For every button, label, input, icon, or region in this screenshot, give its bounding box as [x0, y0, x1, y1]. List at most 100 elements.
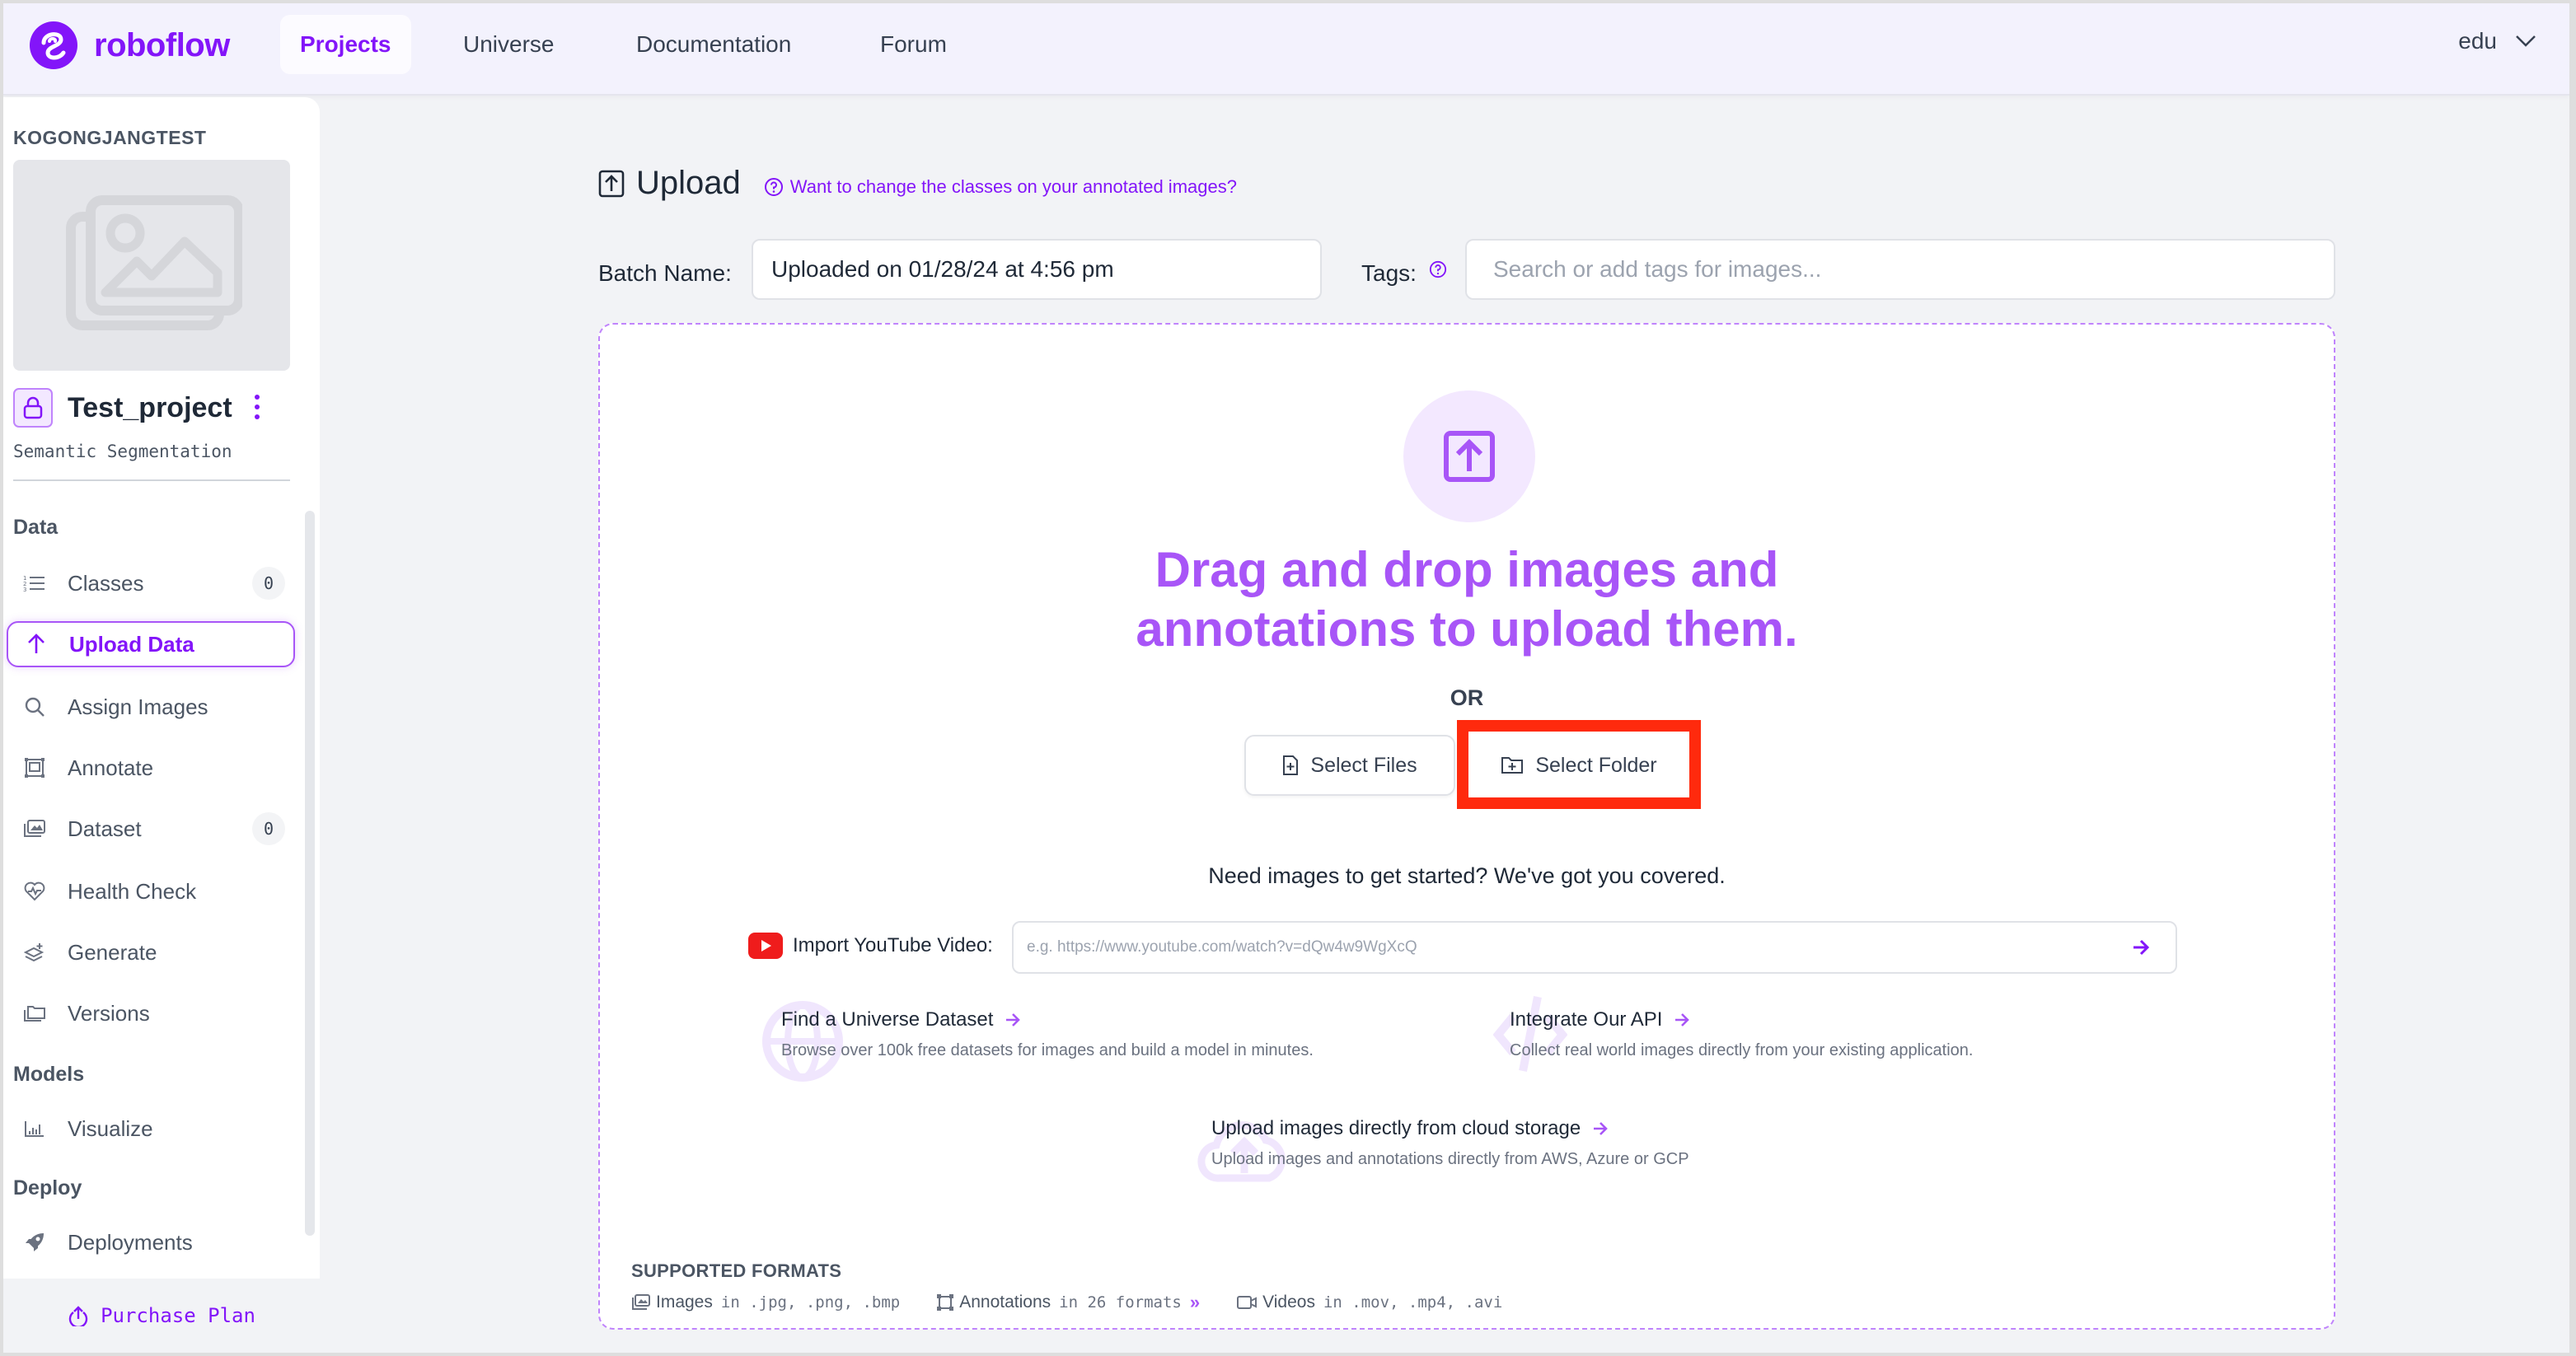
sidebar-item-annotate[interactable]: Annotate — [7, 745, 295, 791]
chevron-down-icon — [2516, 35, 2536, 47]
images-icon — [21, 816, 48, 842]
sidebar-item-label: Visualize — [68, 1115, 153, 1141]
dropzone-heading-line2: annotations to upload them. — [1136, 601, 1798, 657]
sidebar-item-dataset[interactable]: Dataset 0 — [7, 806, 295, 852]
format-images: Images in .jpg, .png, .bmp — [631, 1293, 900, 1312]
youtube-import-row: Import YouTube Video: — [748, 919, 993, 972]
brand-name: roboflow — [94, 26, 230, 63]
sidebar-item-versions[interactable]: Versions — [7, 990, 295, 1036]
arrow-right-icon — [1675, 1013, 1690, 1026]
section-data: Data — [13, 516, 59, 539]
tags-label: Tags: — [1361, 260, 1417, 286]
nav-universe[interactable]: Universe — [443, 15, 574, 74]
format-annotations[interactable]: Annotations in 26 formats » — [936, 1292, 1200, 1313]
select-folder-button[interactable]: Select Folder — [1468, 735, 1689, 796]
sidebar-item-classes[interactable]: 123 Classes 0 — [7, 560, 295, 606]
code-icon — [1493, 996, 1567, 1072]
card-title: Find a Universe Dataset — [781, 1008, 1314, 1031]
arrow-right-icon — [1006, 1013, 1021, 1026]
sidebar-item-upload-data[interactable]: Upload Data — [7, 621, 295, 667]
upload-dropzone[interactable]: Drag and drop images and annotations to … — [598, 323, 2335, 1330]
file-plus-icon — [1283, 755, 1299, 775]
upload-icon — [598, 170, 625, 197]
purchase-plan-label: Purchase Plan — [101, 1304, 255, 1327]
arrow-up-icon — [23, 631, 49, 657]
more-formats-icon[interactable]: » — [1190, 1292, 1200, 1313]
batch-name-input[interactable] — [752, 239, 1322, 300]
help-circle-icon — [764, 177, 783, 196]
roboflow-logo[interactable]: roboflow — [30, 21, 230, 69]
bar-chart-icon — [21, 1115, 48, 1142]
page-title: Upload — [636, 165, 741, 201]
nav-forum[interactable]: Forum — [860, 15, 967, 74]
lock-icon — [23, 396, 43, 419]
tags-input[interactable] — [1465, 239, 2335, 300]
youtube-submit-button[interactable] — [2126, 933, 2156, 962]
arrow-right-icon — [1594, 1122, 1609, 1135]
top-navbar: roboflow Projects Universe Documentation… — [3, 3, 2569, 96]
project-thumbnail[interactable] — [13, 160, 290, 371]
sidebar: KOGONGJANGTEST Test_project Semantic Seg… — [3, 97, 320, 1353]
youtube-icon — [748, 933, 783, 959]
cloud-storage-card[interactable]: Upload images directly from cloud storag… — [1197, 1117, 1689, 1182]
select-files-button[interactable]: Select Files — [1244, 735, 1455, 796]
arrow-right-icon — [2133, 939, 2150, 956]
divider — [13, 479, 290, 481]
help-link-text: Want to change the classes on your annot… — [789, 175, 1237, 197]
sidebar-item-visualize[interactable]: Visualize — [7, 1106, 295, 1152]
image-placeholder-icon — [66, 195, 242, 330]
project-menu-icon[interactable] — [249, 392, 265, 422]
section-deploy: Deploy — [13, 1176, 82, 1199]
sidebar-item-label: Generate — [68, 939, 157, 965]
project-visibility[interactable] — [13, 388, 53, 428]
card-title: Upload images directly from cloud storag… — [1211, 1117, 1689, 1140]
need-images-text: Need images to get started? We've got yo… — [1208, 863, 1726, 888]
integrate-api-card[interactable]: Integrate Our API Collect real world ima… — [1493, 996, 1974, 1072]
images-icon — [632, 1294, 650, 1310]
section-models: Models — [13, 1063, 85, 1086]
project-name: Test_project — [68, 391, 232, 423]
sidebar-item-deployments[interactable]: Deployments — [7, 1219, 295, 1265]
nav-projects[interactable]: Projects — [280, 15, 411, 74]
classes-count-badge: 0 — [252, 567, 285, 600]
rocket-icon — [21, 1229, 48, 1255]
supported-formats-title: SUPPORTED FORMATS — [631, 1260, 842, 1281]
numbered-list-icon: 123 — [21, 570, 48, 596]
video-icon — [1237, 1296, 1258, 1309]
heart-pulse-icon — [21, 878, 48, 905]
sidebar-item-label: Health Check — [68, 878, 197, 904]
search-icon — [21, 694, 48, 720]
app-window: roboflow Projects Universe Documentation… — [3, 3, 2569, 1353]
user-menu[interactable]: edu — [2458, 28, 2536, 54]
tags-help-icon[interactable] — [1429, 260, 1447, 278]
universe-dataset-card[interactable]: Find a Universe Dataset Browse over 100k… — [762, 1001, 1314, 1082]
sidebar-scrollbar[interactable] — [305, 511, 315, 1236]
dropzone-heading-line1: Drag and drop images and — [1155, 542, 1779, 597]
or-separator: OR — [1450, 685, 1484, 710]
format-videos: Videos in .mov, .mp4, .avi — [1236, 1293, 1502, 1312]
youtube-label: Import YouTube Video: — [793, 934, 993, 956]
card-description: Browse over 100k free datasets for image… — [781, 1041, 1314, 1059]
svg-text:3: 3 — [23, 587, 26, 593]
sidebar-item-label: Annotate — [68, 755, 154, 780]
upload-icon-circle — [1403, 390, 1535, 522]
sidebar-item-generate[interactable]: Generate — [7, 929, 295, 975]
dataset-count-badge: 0 — [252, 812, 285, 845]
youtube-url-input[interactable] — [1012, 921, 2177, 974]
sidebar-item-assign-images[interactable]: Assign Images — [7, 684, 295, 730]
card-description: Upload images and annotations directly f… — [1211, 1150, 1689, 1168]
purchase-plan-button[interactable]: Purchase Plan — [3, 1279, 320, 1353]
select-folder-label: Select Folder — [1535, 753, 1657, 777]
nav-documentation[interactable]: Documentation — [616, 15, 811, 74]
workspace-name[interactable]: KOGONGJANGTEST — [13, 127, 206, 149]
upgrade-icon — [68, 1306, 88, 1326]
supported-formats-list: Images in .jpg, .png, .bmp Annotations i… — [631, 1292, 1539, 1313]
change-classes-link[interactable]: Want to change the classes on your annot… — [764, 176, 1237, 198]
sidebar-item-health-check[interactable]: Health Check — [7, 868, 295, 914]
annotate-icon — [21, 755, 48, 781]
batch-name-label: Batch Name: — [598, 260, 732, 286]
bounding-box-icon — [937, 1294, 954, 1311]
sidebar-item-label: Deployments — [68, 1229, 193, 1255]
folders-icon — [21, 1000, 48, 1026]
card-description: Collect real world images directly from … — [1510, 1041, 1974, 1059]
